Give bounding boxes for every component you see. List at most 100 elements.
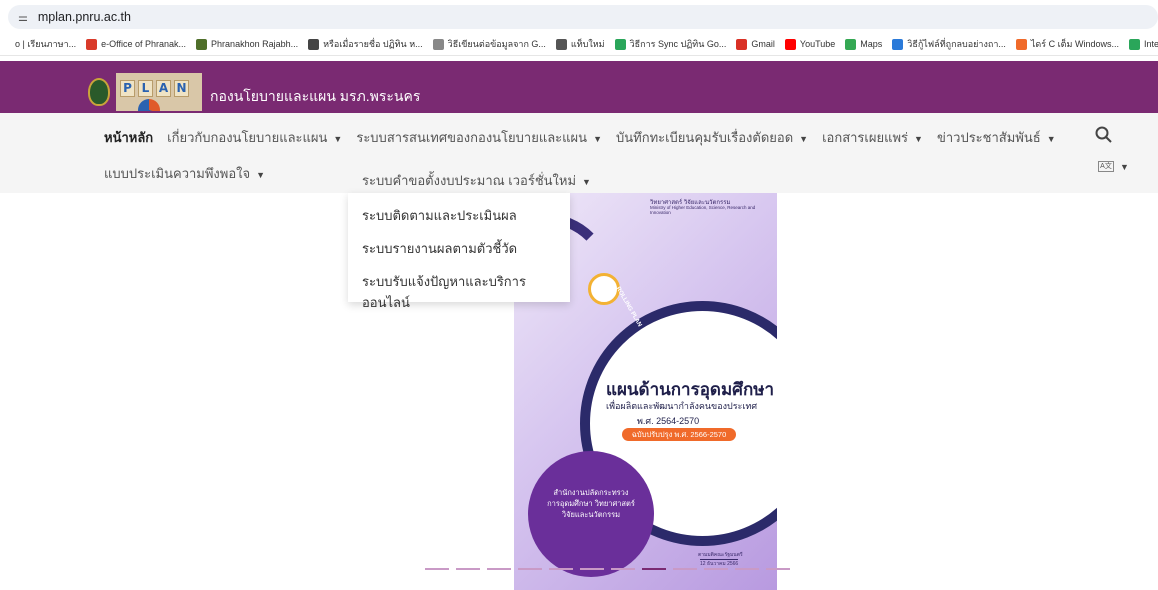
office-line: การอุดมศึกษา วิทยาศาสตร์ [547,499,635,508]
sync-icon [614,38,626,50]
logo-tile: A [156,80,171,97]
dropdown-item[interactable]: ระบบรับแจ้งปัญหาและบริการออนไลน์ [362,271,570,313]
bookmark-item[interactable]: Phranakhon Rajabh... [196,38,298,50]
nav-item[interactable]: หน้าหลัก [104,127,153,148]
globe-icon [555,38,567,50]
language-switcher[interactable]: A文 ▼ [1098,161,1129,172]
search-icon[interactable] [1094,125,1114,145]
carousel-indicator[interactable] [487,568,511,570]
bookmarks-bar: o | เรียนภาษา... e-Office of Phranak... Ph… [0,33,1158,56]
carousel-indicator[interactable] [766,568,790,570]
carousel-indicator[interactable] [549,568,573,570]
nav-item-label: เกี่ยวกับกองนโยบายและแผน [167,130,328,145]
bookmark-label: Maps [860,39,883,49]
carousel-indicator[interactable] [611,568,635,570]
ministry-name-en: Ministry of Higher Education, Science, R… [650,205,756,215]
dropdown-menu: ระบบติดตามและประเมินผล ระบบรายงานผลตามตั… [348,193,570,310]
carousel-indicator[interactable] [735,568,759,570]
university-emblem-icon[interactable] [88,78,110,106]
site-header: P L A N กองนโยบายและแผน มรภ.พระนคร [0,61,1158,113]
office-line: วิจัยและนวัตกรรม [561,510,621,519]
toe-icon [86,38,98,50]
bookmark-item[interactable]: o | เรียนภาษา... [0,37,76,51]
university-icon [196,38,208,50]
youtube-icon [784,38,796,50]
bookmark-label: วิธีกู้ไฟล์ที่ถูกลบอย่างถา... [907,39,1006,49]
carousel-indicator[interactable] [518,568,542,570]
internet-icon [1128,38,1140,50]
bookmark-label: หรือเมื่อรายชื่อ ปฏิทิน ห... [323,39,423,49]
bookmark-label: YouTube [799,39,836,49]
nav-item-satisfaction-survey[interactable]: แบบประเมินความพึงพอใจ ▼ [104,163,265,184]
nav-item[interactable]: เอกสารเผยแพร่ ▼ [822,127,923,148]
bookmark-item[interactable]: วิธีเขียนต่อข้อมูลจาก G... [432,37,546,51]
bookmark-item[interactable]: วิธีการ Sync ปฏิทิน Go... [614,37,727,51]
browser-url-bar: ⚌ mplan.pnru.ac.th [0,0,1158,33]
carousel-indicator[interactable] [580,568,604,570]
bookmark-label: วิธีการ Sync ปฏิทิน Go... [629,39,727,49]
nav-item[interactable]: บันทึกทะเบียนคุมรับเรื่องตัดยอด ▼ [616,127,808,148]
chevron-down-icon: ▼ [582,177,591,187]
cabinet-resolution-date: 12 ธันวาคม 2566 [700,559,739,567]
main-nav: หน้าหลัก เกี่ยวกับกองนโยบายและแผน ▼ ระบบสาร… [0,113,1158,193]
nav-item[interactable]: ระบบสารสนเทศของกองนโยบายและแผน ▼ [356,127,602,148]
bookmark-item[interactable]: วิธีกู้ไฟล์ที่ถูกลบอย่างถา... [892,37,1006,51]
bookmark-label: ไดร์ C เต็ม Windows... [1030,39,1119,49]
nav-item-label: แบบประเมินความพึงพอใจ [104,166,251,181]
bookmark-item[interactable]: แท็บใหม่ [555,37,605,51]
pie-chart-icon [138,99,160,111]
chevron-down-icon: ▼ [914,134,923,144]
dropdown-item[interactable]: ระบบติดตามและประเมินผล [362,205,517,226]
rolling-plan-label: ROLLING PLAN [614,286,643,328]
carousel-indicators [425,568,790,570]
edition-badge: ฉบับปรับปรุง พ.ศ. 2566-2570 [622,428,736,441]
bookmark-label: Interne [1143,39,1158,49]
bookmark-label: Gmail [751,39,775,49]
nav-item-label: ข่าวประชาสัมพันธ์ [936,130,1041,145]
nav-row-primary: หน้าหลัก เกี่ยวกับกองนโยบายและแผน ▼ ระบบสาร… [104,127,1056,148]
cabinet-resolution-label: ตามมติคณะรัฐมนตรี [698,552,743,558]
gmail-icon [736,38,748,50]
translate-icon: A文 [1098,161,1114,172]
site-name[interactable]: กองนโยบายและแผน มรภ.พระนคร [210,86,420,108]
bookmark-item[interactable]: ไดร์ C เต็ม Windows... [1015,37,1119,51]
bookmark-label: วิธีเขียนต่อข้อมูลจาก G... [447,39,546,49]
maps-icon [845,38,857,50]
clipboard-icon [432,38,444,50]
bookmark-item[interactable]: Interne [1128,38,1158,50]
nav-item-budget-request-system[interactable]: ระบบคำขอตั้งงบประมาณ เวอร์ชั่นใหม่ ▼ [362,170,591,191]
bookmark-label: แท็บใหม่ [570,39,605,49]
bookmark-item[interactable]: YouTube [784,38,836,50]
site-info-icon[interactable]: ⚌ [18,11,28,24]
carousel-indicator[interactable] [642,568,666,570]
bookmark-item[interactable]: e-Office of Phranak... [86,38,187,50]
logo-tile: N [174,80,189,97]
chevron-down-icon: ▼ [1046,134,1056,144]
chevron-down-icon: ▼ [593,134,602,144]
bookmark-label: e-Office of Phranak... [101,39,187,49]
address-bar[interactable]: ⚌ mplan.pnru.ac.th [8,5,1158,29]
carousel-indicator[interactable] [673,568,697,570]
nav-item-label: บันทึกทะเบียนคุมรับเรื่องตัดยอด [615,130,794,145]
blank-icon [0,38,11,50]
logo-tile: P [120,80,135,97]
bookmark-item[interactable]: หรือเมื่อรายชื่อ ปฏิทิน ห... [308,37,423,51]
chevron-down-icon: ▼ [256,170,266,180]
chevron-down-icon: ▼ [799,134,809,144]
chevron-down-icon: ▼ [1120,161,1129,172]
carousel-indicator[interactable] [704,568,728,570]
plan-logo[interactable]: P L A N [116,73,202,111]
nav-item-label: หน้าหลัก [104,130,154,145]
bookmark-label: o | เรียนภาษา... [15,39,77,49]
url-text[interactable]: mplan.pnru.ac.th [38,10,131,24]
carousel-indicator[interactable] [456,568,480,570]
carousel-indicator[interactable] [425,568,449,570]
bookmark-item[interactable]: Gmail [736,38,775,50]
bookmark-item[interactable]: Maps [845,38,883,50]
chevron-down-icon: ▼ [333,134,343,144]
recover-icon [892,38,904,50]
nav-item[interactable]: เกี่ยวกับกองนโยบายและแผน ▼ [167,127,342,148]
nav-item[interactable]: ข่าวประชาสัมพันธ์ ▼ [937,127,1056,148]
logo-tile: L [138,80,153,97]
dropdown-item[interactable]: ระบบรายงานผลตามตัวชี้วัด [362,238,517,259]
